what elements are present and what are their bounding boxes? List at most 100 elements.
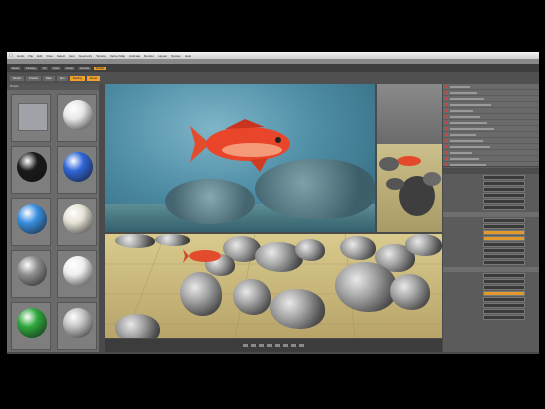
tab-paint[interactable]: Paint bbox=[51, 66, 62, 70]
loop-button[interactable] bbox=[283, 344, 288, 347]
rock-model[interactable] bbox=[155, 234, 190, 246]
step-back-button[interactable] bbox=[251, 344, 256, 347]
rock-model[interactable] bbox=[180, 272, 222, 316]
play-button[interactable] bbox=[259, 344, 264, 347]
apple-icon[interactable]:  bbox=[9, 53, 13, 59]
preset-tile-white-glossy[interactable] bbox=[57, 94, 97, 142]
tab-topology[interactable]: Topology bbox=[23, 66, 38, 70]
fish-model[interactable] bbox=[190, 114, 300, 174]
property-field[interactable] bbox=[483, 272, 525, 278]
property-field[interactable] bbox=[483, 308, 525, 314]
key-button[interactable] bbox=[291, 344, 296, 347]
visibility-icon[interactable] bbox=[445, 157, 448, 160]
property-field[interactable] bbox=[483, 247, 525, 253]
menu-item-layout[interactable]: Layout bbox=[158, 54, 167, 58]
tab-model[interactable]: Model bbox=[10, 66, 21, 70]
property-field[interactable] bbox=[483, 198, 525, 204]
go-to-start-button[interactable] bbox=[243, 344, 248, 347]
preset-tile-cream[interactable] bbox=[57, 198, 97, 246]
visibility-icon[interactable] bbox=[445, 133, 448, 136]
visibility-icon[interactable] bbox=[445, 151, 448, 154]
go-to-end-button[interactable] bbox=[275, 344, 280, 347]
rock-model[interactable] bbox=[390, 274, 430, 310]
preset-button[interactable]: Preset bbox=[86, 75, 101, 81]
property-field[interactable] bbox=[483, 180, 525, 186]
visibility-icon[interactable] bbox=[445, 115, 448, 118]
preset-tile-black-glossy[interactable] bbox=[11, 146, 51, 194]
property-field[interactable] bbox=[483, 223, 525, 229]
menu-item-vertex-map[interactable]: Vertex Map bbox=[110, 54, 125, 58]
visibility-icon[interactable] bbox=[445, 121, 448, 124]
visibility-icon[interactable] bbox=[445, 109, 448, 112]
step-forward-button[interactable] bbox=[267, 344, 272, 347]
menu-item-render[interactable]: Render bbox=[144, 54, 154, 58]
preset-tile-preview[interactable] bbox=[11, 94, 51, 142]
tab-animate[interactable]: Animate bbox=[77, 66, 92, 70]
menu-item-view[interactable]: View bbox=[46, 54, 52, 58]
property-field[interactable] bbox=[483, 235, 525, 241]
property-field[interactable] bbox=[483, 217, 525, 223]
tab-sculpt[interactable]: Sculpt bbox=[64, 66, 75, 70]
visibility-icon[interactable] bbox=[445, 97, 448, 100]
preview-button[interactable]: Preview bbox=[26, 75, 42, 81]
item-list-panel bbox=[443, 84, 539, 168]
property-field[interactable] bbox=[483, 296, 525, 302]
rock-model[interactable] bbox=[405, 234, 442, 256]
menu-item-app[interactable]: modo bbox=[17, 54, 25, 58]
menu-item-texture[interactable]: Texture bbox=[96, 54, 106, 58]
property-field[interactable] bbox=[483, 259, 525, 265]
property-field[interactable] bbox=[483, 229, 525, 235]
property-field[interactable] bbox=[483, 284, 525, 290]
menu-item-animate[interactable]: Animate bbox=[129, 54, 140, 58]
preset-tile-grey[interactable] bbox=[11, 250, 51, 298]
rock-model[interactable] bbox=[340, 236, 376, 260]
visibility-icon[interactable] bbox=[445, 103, 448, 106]
property-field[interactable] bbox=[483, 302, 525, 308]
rock-model[interactable] bbox=[295, 239, 325, 261]
menu-item-edit[interactable]: Edit bbox=[37, 54, 42, 58]
visibility-icon[interactable] bbox=[445, 145, 448, 148]
rock-model[interactable] bbox=[233, 279, 271, 315]
preset-tile-white-matte[interactable] bbox=[57, 250, 97, 298]
item-button[interactable]: Item bbox=[56, 75, 68, 81]
property-field[interactable] bbox=[483, 174, 525, 180]
settings-button[interactable] bbox=[299, 344, 304, 347]
property-field[interactable] bbox=[483, 314, 525, 320]
menu-item-system[interactable]: System bbox=[171, 54, 181, 58]
perspective-viewport[interactable] bbox=[105, 234, 442, 338]
property-field[interactable] bbox=[483, 204, 525, 210]
preset-tile-green[interactable] bbox=[11, 302, 51, 350]
preset-tile-light-blue[interactable] bbox=[11, 198, 51, 246]
property-field[interactable] bbox=[483, 253, 525, 259]
menu-item-select[interactable]: Select bbox=[57, 54, 65, 58]
visibility-icon[interactable] bbox=[445, 127, 448, 130]
fish-model[interactable] bbox=[183, 246, 223, 266]
visibility-icon[interactable] bbox=[445, 163, 448, 166]
render-button[interactable]: Render bbox=[10, 75, 25, 81]
shading-button[interactable]: Shading bbox=[69, 75, 85, 81]
visibility-icon[interactable] bbox=[445, 139, 448, 142]
property-field[interactable] bbox=[483, 278, 525, 284]
property-field[interactable] bbox=[483, 241, 525, 247]
material-sphere-icon bbox=[17, 204, 47, 234]
menu-item-geometry[interactable]: Geometry bbox=[79, 54, 92, 58]
preset-tile-blue-glossy[interactable] bbox=[57, 146, 97, 194]
property-field[interactable] bbox=[483, 192, 525, 198]
menu-item-file[interactable]: File bbox=[28, 54, 33, 58]
rock-model[interactable] bbox=[335, 262, 397, 312]
property-field[interactable] bbox=[483, 290, 525, 296]
bake-button[interactable]: Bake bbox=[43, 75, 55, 81]
rock-model[interactable] bbox=[115, 314, 160, 338]
camera-viewport[interactable] bbox=[377, 84, 442, 232]
rock-model[interactable] bbox=[115, 234, 155, 248]
menu-item-help[interactable]: Help bbox=[185, 54, 191, 58]
rock-model[interactable] bbox=[270, 289, 325, 329]
render-preview-viewport[interactable] bbox=[105, 84, 375, 232]
property-field[interactable] bbox=[483, 186, 525, 192]
visibility-icon[interactable] bbox=[445, 91, 448, 94]
tab-uv[interactable]: UV bbox=[40, 66, 49, 70]
preset-tile-silver[interactable] bbox=[57, 302, 97, 350]
menu-item-item[interactable]: Item bbox=[69, 54, 75, 58]
tab-render[interactable]: Render bbox=[94, 66, 107, 70]
visibility-icon[interactable] bbox=[445, 85, 448, 88]
